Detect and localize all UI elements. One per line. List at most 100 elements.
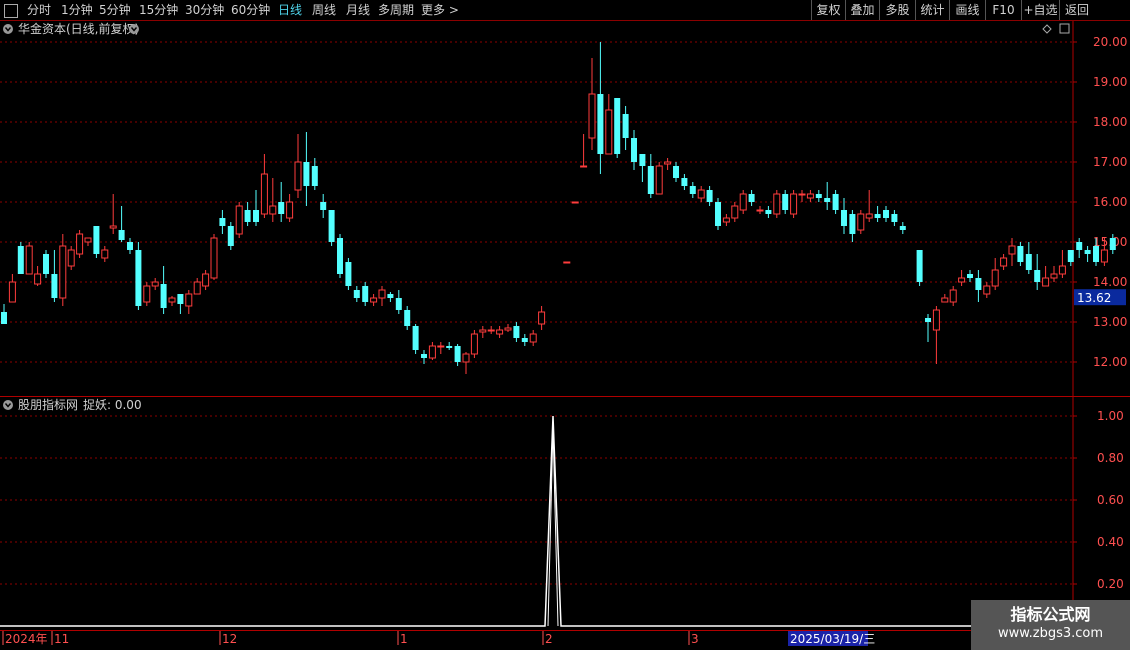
indicator-line: [0, 415, 1072, 627]
candle-body-up: [437, 345, 445, 348]
time-axis-label: 11: [54, 632, 69, 646]
candle-body-down: [521, 338, 528, 342]
candle-body-up: [34, 273, 42, 285]
candle-body-down: [824, 198, 831, 202]
candle-body-down: [160, 284, 167, 308]
candle-body-down: [1084, 250, 1091, 254]
candle-body-down: [673, 166, 679, 178]
candle-body-up: [1000, 257, 1008, 267]
candle-body-up: [722, 217, 730, 223]
price-axis-label: 19.00: [1093, 75, 1127, 89]
candle-body-up: [563, 261, 571, 264]
candle-body-down: [681, 178, 688, 186]
indicator-axis-label: 0.20: [1097, 577, 1124, 591]
candle-body-up: [697, 189, 705, 199]
candle-body-down: [311, 166, 318, 186]
candle-body-down: [43, 254, 49, 274]
candle-body-up: [202, 273, 210, 287]
price-axis-label: 18.00: [1093, 115, 1127, 129]
candle-body-down: [244, 210, 251, 222]
candle-body-down: [328, 210, 335, 242]
candle-body-up: [739, 193, 747, 211]
candle-body-up: [8, 281, 16, 303]
candle-body-up: [655, 165, 663, 195]
candle-body-up: [941, 297, 949, 303]
candle-body-up: [84, 237, 92, 243]
candle-body-up: [269, 205, 277, 215]
candle-body-up: [865, 213, 873, 219]
stock-title: 华金资本(日线,前复权): [18, 21, 139, 36]
time-cursor-label: 2025/03/19/三: [790, 632, 875, 646]
time-axis-label: 12: [222, 632, 237, 646]
candle-body-down: [975, 278, 982, 290]
candle-body-up: [428, 345, 436, 359]
indicator-source: 股朋指标网: [18, 397, 78, 412]
candle-body-up: [790, 193, 798, 215]
price-axis-label: 14.00: [1093, 275, 1127, 289]
candle-body-down: [614, 98, 621, 154]
candle-body-down: [1076, 242, 1083, 250]
candle-body-down: [446, 346, 453, 348]
time-axis-label: 3: [691, 632, 699, 646]
candle-body-up: [983, 285, 991, 295]
candle-body-up: [370, 297, 378, 303]
candle-body-up: [756, 209, 764, 212]
watermark-url: www.zbgs3.com: [997, 626, 1104, 641]
candle-body-down: [253, 210, 259, 222]
candle-body-down: [631, 138, 637, 162]
candle-body-down: [337, 238, 343, 274]
price-axis-label: 16.00: [1093, 195, 1127, 209]
candle-body-up: [605, 109, 613, 155]
diamond-icon: [1042, 24, 1052, 34]
candle-body-up: [151, 281, 159, 287]
candle-body-down: [849, 214, 856, 234]
candle-body-down: [647, 166, 654, 194]
indicator-axis-label: 1.00: [1097, 409, 1124, 423]
candle-body-up: [378, 289, 386, 299]
candle-body-up: [1008, 245, 1016, 255]
candle-body-down: [118, 230, 125, 240]
candle-body-up: [235, 205, 243, 235]
candle-body-up: [101, 249, 109, 259]
indicator-collapse-icon: [3, 400, 13, 410]
candle-body-down: [227, 226, 234, 246]
candle-body-down: [513, 326, 520, 338]
candle-body-down: [1109, 238, 1116, 250]
candle-body-down: [1025, 254, 1032, 270]
candle-body-up: [25, 245, 33, 275]
candle-body-up: [487, 329, 495, 332]
candle-body-down: [706, 190, 713, 202]
time-axis-label: 1: [400, 632, 408, 646]
candle-body-down: [832, 194, 839, 210]
candle-body-up: [286, 201, 294, 219]
candle-body-up: [529, 333, 537, 343]
candle-body-down: [925, 318, 931, 322]
candle-body-down: [303, 162, 310, 186]
candle-body-up: [538, 311, 546, 325]
candle-body-down: [765, 210, 772, 214]
candle-body-down: [1017, 246, 1024, 262]
candle-body-down: [127, 242, 133, 250]
time-axis-label: 2: [545, 632, 553, 646]
indicator-axis-label: 0.60: [1097, 493, 1124, 507]
candle-body-up: [1042, 277, 1050, 287]
chart-area[interactable]: 20.0019.0018.0017.0016.0015.0014.0013.00…: [0, 0, 1130, 650]
candle-body-down: [362, 286, 369, 302]
candle-body-down: [1, 312, 7, 324]
current-price-value: 13.62: [1077, 291, 1111, 305]
candle-body-up: [76, 233, 84, 255]
candle-body-up: [67, 249, 75, 267]
candle-body-up: [857, 213, 865, 231]
candle-body-up: [260, 173, 268, 215]
candle-body-down: [387, 294, 394, 298]
candle-body-up: [210, 237, 218, 279]
candle-body-up: [932, 309, 940, 331]
candle-body-up: [798, 193, 806, 196]
candle-body-up: [168, 297, 176, 303]
candle-body-up: [580, 165, 588, 168]
candle-body-up: [479, 329, 487, 333]
candle-body-up: [664, 161, 672, 165]
panel-collapse-icon: [3, 24, 13, 34]
candle-body-up: [958, 277, 966, 283]
candle-body-up: [504, 327, 512, 331]
